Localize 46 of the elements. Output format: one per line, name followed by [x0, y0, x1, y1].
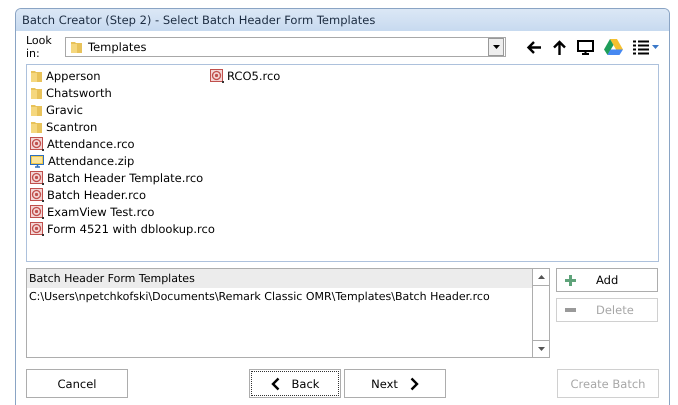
scrollbar[interactable]: [532, 269, 549, 357]
file-item[interactable]: Batch Header Template.rco: [30, 171, 204, 185]
scroll-up-icon[interactable]: [538, 275, 544, 279]
file-item[interactable]: RCO5.rco: [210, 69, 280, 83]
back-arrow-icon[interactable]: [526, 40, 542, 54]
folder-icon: [30, 103, 43, 117]
document-icon: [210, 69, 224, 83]
list-item[interactable]: C:\Users\npetchkofski\Documents\Remark Classic OMR\Templates\Batch Header.rco: [27, 288, 532, 305]
file-item[interactable]: Gravic: [30, 103, 84, 117]
file-item[interactable]: Form 4521 with dblookup.rco: [30, 222, 215, 236]
triangle-logo-icon[interactable]: [604, 39, 623, 55]
document-icon: [30, 205, 44, 219]
chevron-right-icon: [410, 376, 419, 390]
window-title: Batch Creator (Step 2) - Select Batch Header Form Templates: [16, 9, 669, 31]
minus-icon: [565, 308, 576, 312]
file-item[interactable]: Attendance.zip: [30, 154, 134, 168]
next-button[interactable]: Next: [344, 369, 446, 398]
up-arrow-icon[interactable]: [552, 39, 567, 55]
plus-icon: [565, 274, 576, 286]
document-icon: [30, 137, 44, 151]
document-icon: [30, 171, 44, 185]
dropdown-arrow-icon[interactable]: [652, 45, 659, 49]
folder-icon: [30, 86, 43, 100]
monitor-icon[interactable]: [577, 40, 594, 54]
dialog-button[interactable]: Cancel: [26, 369, 128, 398]
file-item[interactable]: Apperson: [30, 69, 101, 83]
folder-icon: [70, 40, 83, 54]
file-item[interactable]: Batch Header.rco: [30, 188, 146, 202]
dropdown-arrow-icon: [492, 45, 500, 49]
look-in-label: Look in:: [26, 34, 53, 60]
monitor-icon: [30, 154, 45, 168]
file-item[interactable]: Chatsworth: [30, 86, 112, 100]
look-in-dropdown[interactable]: Templates: [65, 37, 506, 57]
list-view-icon[interactable]: [633, 40, 649, 54]
folder-icon: [30, 120, 43, 134]
list-header: Batch Header Form Templates: [27, 269, 532, 288]
add-button[interactable]: Add: [556, 268, 658, 292]
file-item[interactable]: ExamView Test.rco: [30, 205, 154, 219]
file-item[interactable]: Scantron: [30, 120, 98, 134]
document-icon: [30, 222, 44, 236]
file-item[interactable]: Attendance.rco: [30, 137, 135, 151]
back-button[interactable]: Back: [249, 369, 341, 398]
document-icon: [30, 188, 44, 202]
folder-icon: [30, 69, 43, 83]
scroll-down-icon[interactable]: [538, 347, 544, 351]
chevron-left-icon: [270, 376, 280, 390]
